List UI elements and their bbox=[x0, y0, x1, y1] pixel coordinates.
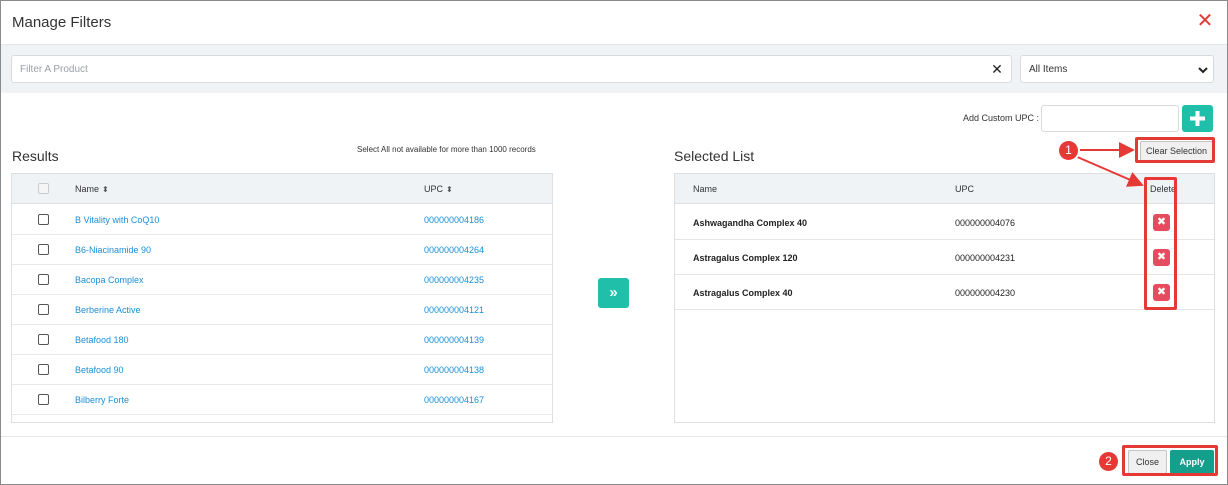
footer-divider bbox=[1, 436, 1227, 437]
product-upc-link[interactable]: 000000004121 bbox=[424, 305, 484, 315]
product-name-link[interactable]: Bilberry Forte bbox=[75, 395, 129, 405]
delete-icon[interactable]: ✖ bbox=[1153, 284, 1170, 301]
modal-header: Manage Filters ✕ bbox=[1, 1, 1227, 45]
close-button[interactable]: Close bbox=[1128, 450, 1167, 474]
table-row: Bilberry Forte 000000004167 bbox=[12, 385, 552, 415]
product-name-link[interactable]: B Vitality with CoQ10 bbox=[75, 215, 159, 225]
table-row: Betafood 180 000000004139 bbox=[12, 325, 552, 355]
product-name-link[interactable]: Betafood 90 bbox=[75, 365, 124, 375]
modal-title: Manage Filters bbox=[12, 14, 112, 31]
product-name-link[interactable]: B6-Niacinamide 90 bbox=[75, 245, 151, 255]
selected-product-upc: 000000004076 bbox=[955, 218, 1016, 228]
items-select-value: All Items bbox=[1029, 64, 1068, 75]
custom-upc-label: Add Custom UPC : bbox=[963, 113, 1040, 123]
select-all-note: Select All not available for more than 1… bbox=[357, 145, 536, 154]
selected-list-title: Selected List bbox=[674, 148, 755, 164]
annotation-badge-2: 2 bbox=[1099, 452, 1118, 471]
column-header-upc: UPC bbox=[955, 184, 975, 194]
sort-icon: ⬍ bbox=[446, 185, 453, 194]
table-row: B Vitality with CoQ10 000000004186 bbox=[12, 205, 552, 235]
delete-icon[interactable]: ✖ bbox=[1153, 214, 1170, 231]
table-row: Betafood 90 000000004138 bbox=[12, 355, 552, 385]
product-upc-link[interactable]: 000000004167 bbox=[424, 395, 484, 405]
results-title: Results bbox=[12, 148, 59, 164]
selected-product-name: Astragalus Complex 120 bbox=[693, 253, 798, 263]
selected-product-name: Ashwagandha Complex 40 bbox=[693, 218, 808, 228]
clear-icon[interactable]: ✕ bbox=[990, 62, 1004, 76]
product-upc-link[interactable]: 000000004264 bbox=[424, 245, 484, 255]
product-name-link[interactable]: Berberine Active bbox=[75, 305, 141, 315]
column-header-name-label: Name bbox=[75, 184, 100, 194]
selected-product-upc: 000000004230 bbox=[955, 288, 1016, 298]
clear-selection-button[interactable]: Clear Selection bbox=[1140, 141, 1213, 161]
selected-product-name: Astragalus Complex 40 bbox=[693, 288, 793, 298]
results-table: Name ⬍ UPC ⬍ B Vitality with CoQ10 0000000… bbox=[11, 173, 553, 423]
filter-product-input[interactable] bbox=[12, 56, 972, 82]
items-select[interactable]: All Items bbox=[1020, 55, 1214, 83]
product-upc-link[interactable]: 000000004235 bbox=[424, 275, 484, 285]
manage-filters-modal: Manage Filters ✕ ✕ All Items Add Custom … bbox=[0, 0, 1228, 485]
table-row: B6-Niacinamide 90 000000004264 bbox=[12, 235, 552, 265]
row-checkbox[interactable] bbox=[38, 364, 49, 375]
selected-list-table: Name UPC Delete Ashwagandha Complex 40 0… bbox=[674, 173, 1215, 423]
column-header-upc-label: UPC bbox=[424, 184, 444, 194]
results-table-header: Name ⬍ UPC ⬍ bbox=[12, 174, 552, 204]
add-custom-upc-button[interactable] bbox=[1182, 105, 1213, 132]
table-row: Astragalus Complex 40 000000004230 ✖ bbox=[675, 275, 1214, 310]
move-to-selected-button[interactable]: » bbox=[598, 278, 629, 308]
apply-button[interactable]: Apply bbox=[1170, 450, 1214, 474]
chevron-down-icon bbox=[1198, 67, 1208, 74]
annotation-badge-1: 1 bbox=[1059, 141, 1078, 160]
table-row: Bacopa Complex 000000004235 bbox=[12, 265, 552, 295]
product-upc-link[interactable]: 000000004139 bbox=[424, 335, 484, 345]
delete-icon[interactable]: ✖ bbox=[1153, 249, 1170, 266]
product-upc-link[interactable]: 000000004138 bbox=[424, 365, 484, 375]
close-icon[interactable]: ✕ bbox=[1196, 11, 1214, 31]
column-header-delete: Delete bbox=[1150, 184, 1177, 194]
table-row: Berberine Active 000000004121 bbox=[12, 295, 552, 325]
row-checkbox[interactable] bbox=[38, 394, 49, 405]
filter-bar: ✕ All Items bbox=[1, 45, 1227, 93]
custom-upc-input[interactable] bbox=[1041, 105, 1179, 132]
row-checkbox[interactable] bbox=[38, 304, 49, 315]
table-row: Ashwagandha Complex 40 000000004076 ✖ bbox=[675, 205, 1214, 240]
sort-icon: ⬍ bbox=[102, 185, 109, 194]
column-header-name[interactable]: Name ⬍ bbox=[75, 184, 109, 194]
product-upc-link[interactable]: 000000004186 bbox=[424, 215, 484, 225]
column-header-upc[interactable]: UPC ⬍ bbox=[424, 184, 453, 194]
product-name-link[interactable]: Bacopa Complex bbox=[75, 275, 144, 285]
row-checkbox[interactable] bbox=[38, 274, 49, 285]
selected-table-header: Name UPC Delete bbox=[675, 174, 1214, 204]
select-all-checkbox[interactable] bbox=[38, 183, 49, 194]
plus-icon bbox=[1190, 111, 1205, 126]
row-checkbox[interactable] bbox=[38, 244, 49, 255]
row-checkbox[interactable] bbox=[38, 214, 49, 225]
row-checkbox[interactable] bbox=[38, 334, 49, 345]
table-row: Astragalus Complex 120 000000004231 ✖ bbox=[675, 240, 1214, 275]
column-header-name: Name bbox=[693, 184, 718, 194]
product-name-link[interactable]: Betafood 180 bbox=[75, 335, 129, 345]
selected-product-upc: 000000004231 bbox=[955, 253, 1016, 263]
filter-input-wrapper: ✕ bbox=[11, 55, 1012, 83]
